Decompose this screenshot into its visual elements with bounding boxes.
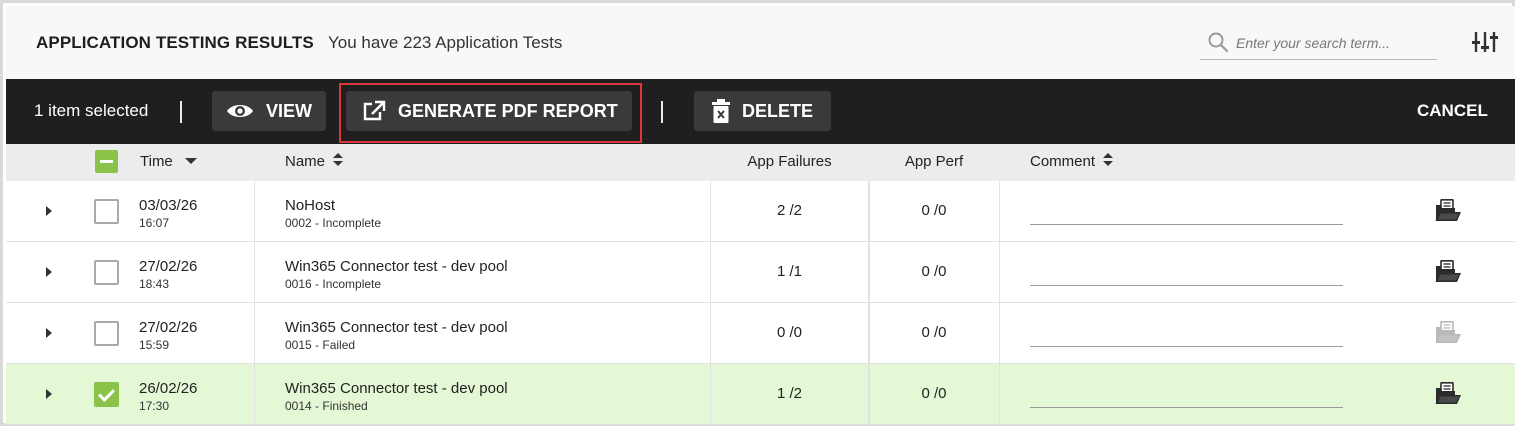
row-time: 16:07 [139,216,170,230]
trash-icon [712,99,730,123]
table-row[interactable]: 03/03/26 16:07 NoHost 0002 - Incomplete 2 /2… [6,181,1515,242]
row-comment-input[interactable] [1030,325,1343,347]
column-divider [999,364,1000,424]
row-status: 0014 - Finished [285,399,368,413]
row-app-perf: 0 /0 [921,385,947,402]
folder-report-icon [1435,321,1463,345]
column-divider [254,303,255,363]
row-checkbox[interactable] [94,321,119,346]
sliders-icon [1472,32,1498,52]
row-time: 18:43 [139,277,170,291]
row-date: 03/03/26 [139,197,198,214]
table-header: Time Name App Failures App Perf Comment [6,144,1515,181]
row-date: 27/02/26 [139,258,198,275]
column-header-app-perf: App Perf [904,153,964,170]
eye-icon [227,105,253,117]
row-app-perf: 0 /0 [921,202,947,219]
column-header-time[interactable]: Time [140,153,197,170]
column-header-name-label: Name [285,153,326,170]
selection-action-bar: 1 item selected VIEW GENERATE PDF REPORT [6,79,1515,144]
column-divider [999,181,1000,241]
row-comment-input[interactable] [1030,203,1343,225]
selected-count: 1 item selected [34,101,149,120]
sort-desc-icon [184,158,197,165]
row-status: 0016 - Incomplete [285,277,382,291]
row-comment-input[interactable] [1030,264,1343,286]
row-name: Win365 Connector test - dev pool [285,258,508,275]
column-header-name[interactable]: Name [285,153,344,170]
divider [661,101,663,123]
page-title: APPLICATION TESTING RESULTS [36,33,314,52]
row-checkbox[interactable] [94,199,119,224]
row-checkbox[interactable] [94,382,119,407]
folder-report-icon[interactable] [1435,382,1463,406]
column-divider [999,303,1000,363]
row-name: Win365 Connector test - dev pool [285,380,508,397]
row-status: 0002 - Incomplete [285,216,382,230]
column-header-time-label: Time [140,153,173,170]
sort-icon [333,153,344,167]
app-frame: APPLICATION TESTING RESULTS You have 223… [0,0,1515,426]
table-row[interactable]: 27/02/26 18:43 Win365 Connector test - dev… [6,242,1515,303]
row-name: NoHost [285,197,336,214]
search-input[interactable] [1236,32,1431,54]
folder-report-icon[interactable] [1435,199,1463,223]
highlight-box [339,83,642,143]
column-header-comment[interactable]: Comment [1030,153,1114,170]
view-button[interactable]: VIEW [212,91,326,131]
row-date: 26/02/26 [139,380,198,397]
column-divider [254,364,255,424]
caret-right-icon[interactable] [44,387,54,401]
page-subtitle: You have 223 Application Tests [328,33,563,52]
table-row[interactable]: 27/02/26 15:59 Win365 Connector test - dev… [6,303,1515,364]
row-checkbox[interactable] [94,260,119,285]
column-divider [999,242,1000,302]
row-time: 15:59 [139,338,170,352]
row-app-failures: 1 /2 [776,385,803,402]
search-box [1200,28,1437,60]
row-app-failures: 2 /2 [776,202,803,219]
folder-report-icon[interactable] [1435,260,1463,284]
row-app-perf: 0 /0 [921,324,947,341]
row-app-failures: 1 /1 [776,263,803,280]
page-header: APPLICATION TESTING RESULTS You have 223… [6,6,1515,79]
view-button-label: VIEW [266,100,313,121]
row-app-perf: 0 /0 [921,263,947,280]
row-comment-input[interactable] [1030,386,1343,408]
row-date: 27/02/26 [139,319,198,336]
column-header-comment-label: Comment [1030,153,1096,170]
delete-button[interactable]: DELETE [694,91,831,131]
caret-right-icon[interactable] [44,265,54,279]
search-icon [1208,32,1229,53]
row-name: Win365 Connector test - dev pool [285,319,508,336]
table-row[interactable]: 26/02/26 17:30 Win365 Connector test - dev… [6,364,1515,425]
caret-right-icon[interactable] [44,326,54,340]
divider [180,101,182,123]
filter-button[interactable] [1468,26,1502,58]
delete-button-label: DELETE [742,100,814,121]
row-app-failures: 0 /0 [776,324,803,341]
cancel-button[interactable]: CANCEL [1417,101,1488,121]
row-time: 17:30 [139,399,170,413]
column-divider [254,242,255,302]
sort-icon [1103,153,1114,167]
column-header-app-failures: App Failures [747,153,832,170]
column-divider [254,181,255,241]
caret-right-icon[interactable] [44,204,54,218]
select-all-checkbox[interactable] [95,150,118,173]
row-status: 0015 - Failed [285,338,356,352]
